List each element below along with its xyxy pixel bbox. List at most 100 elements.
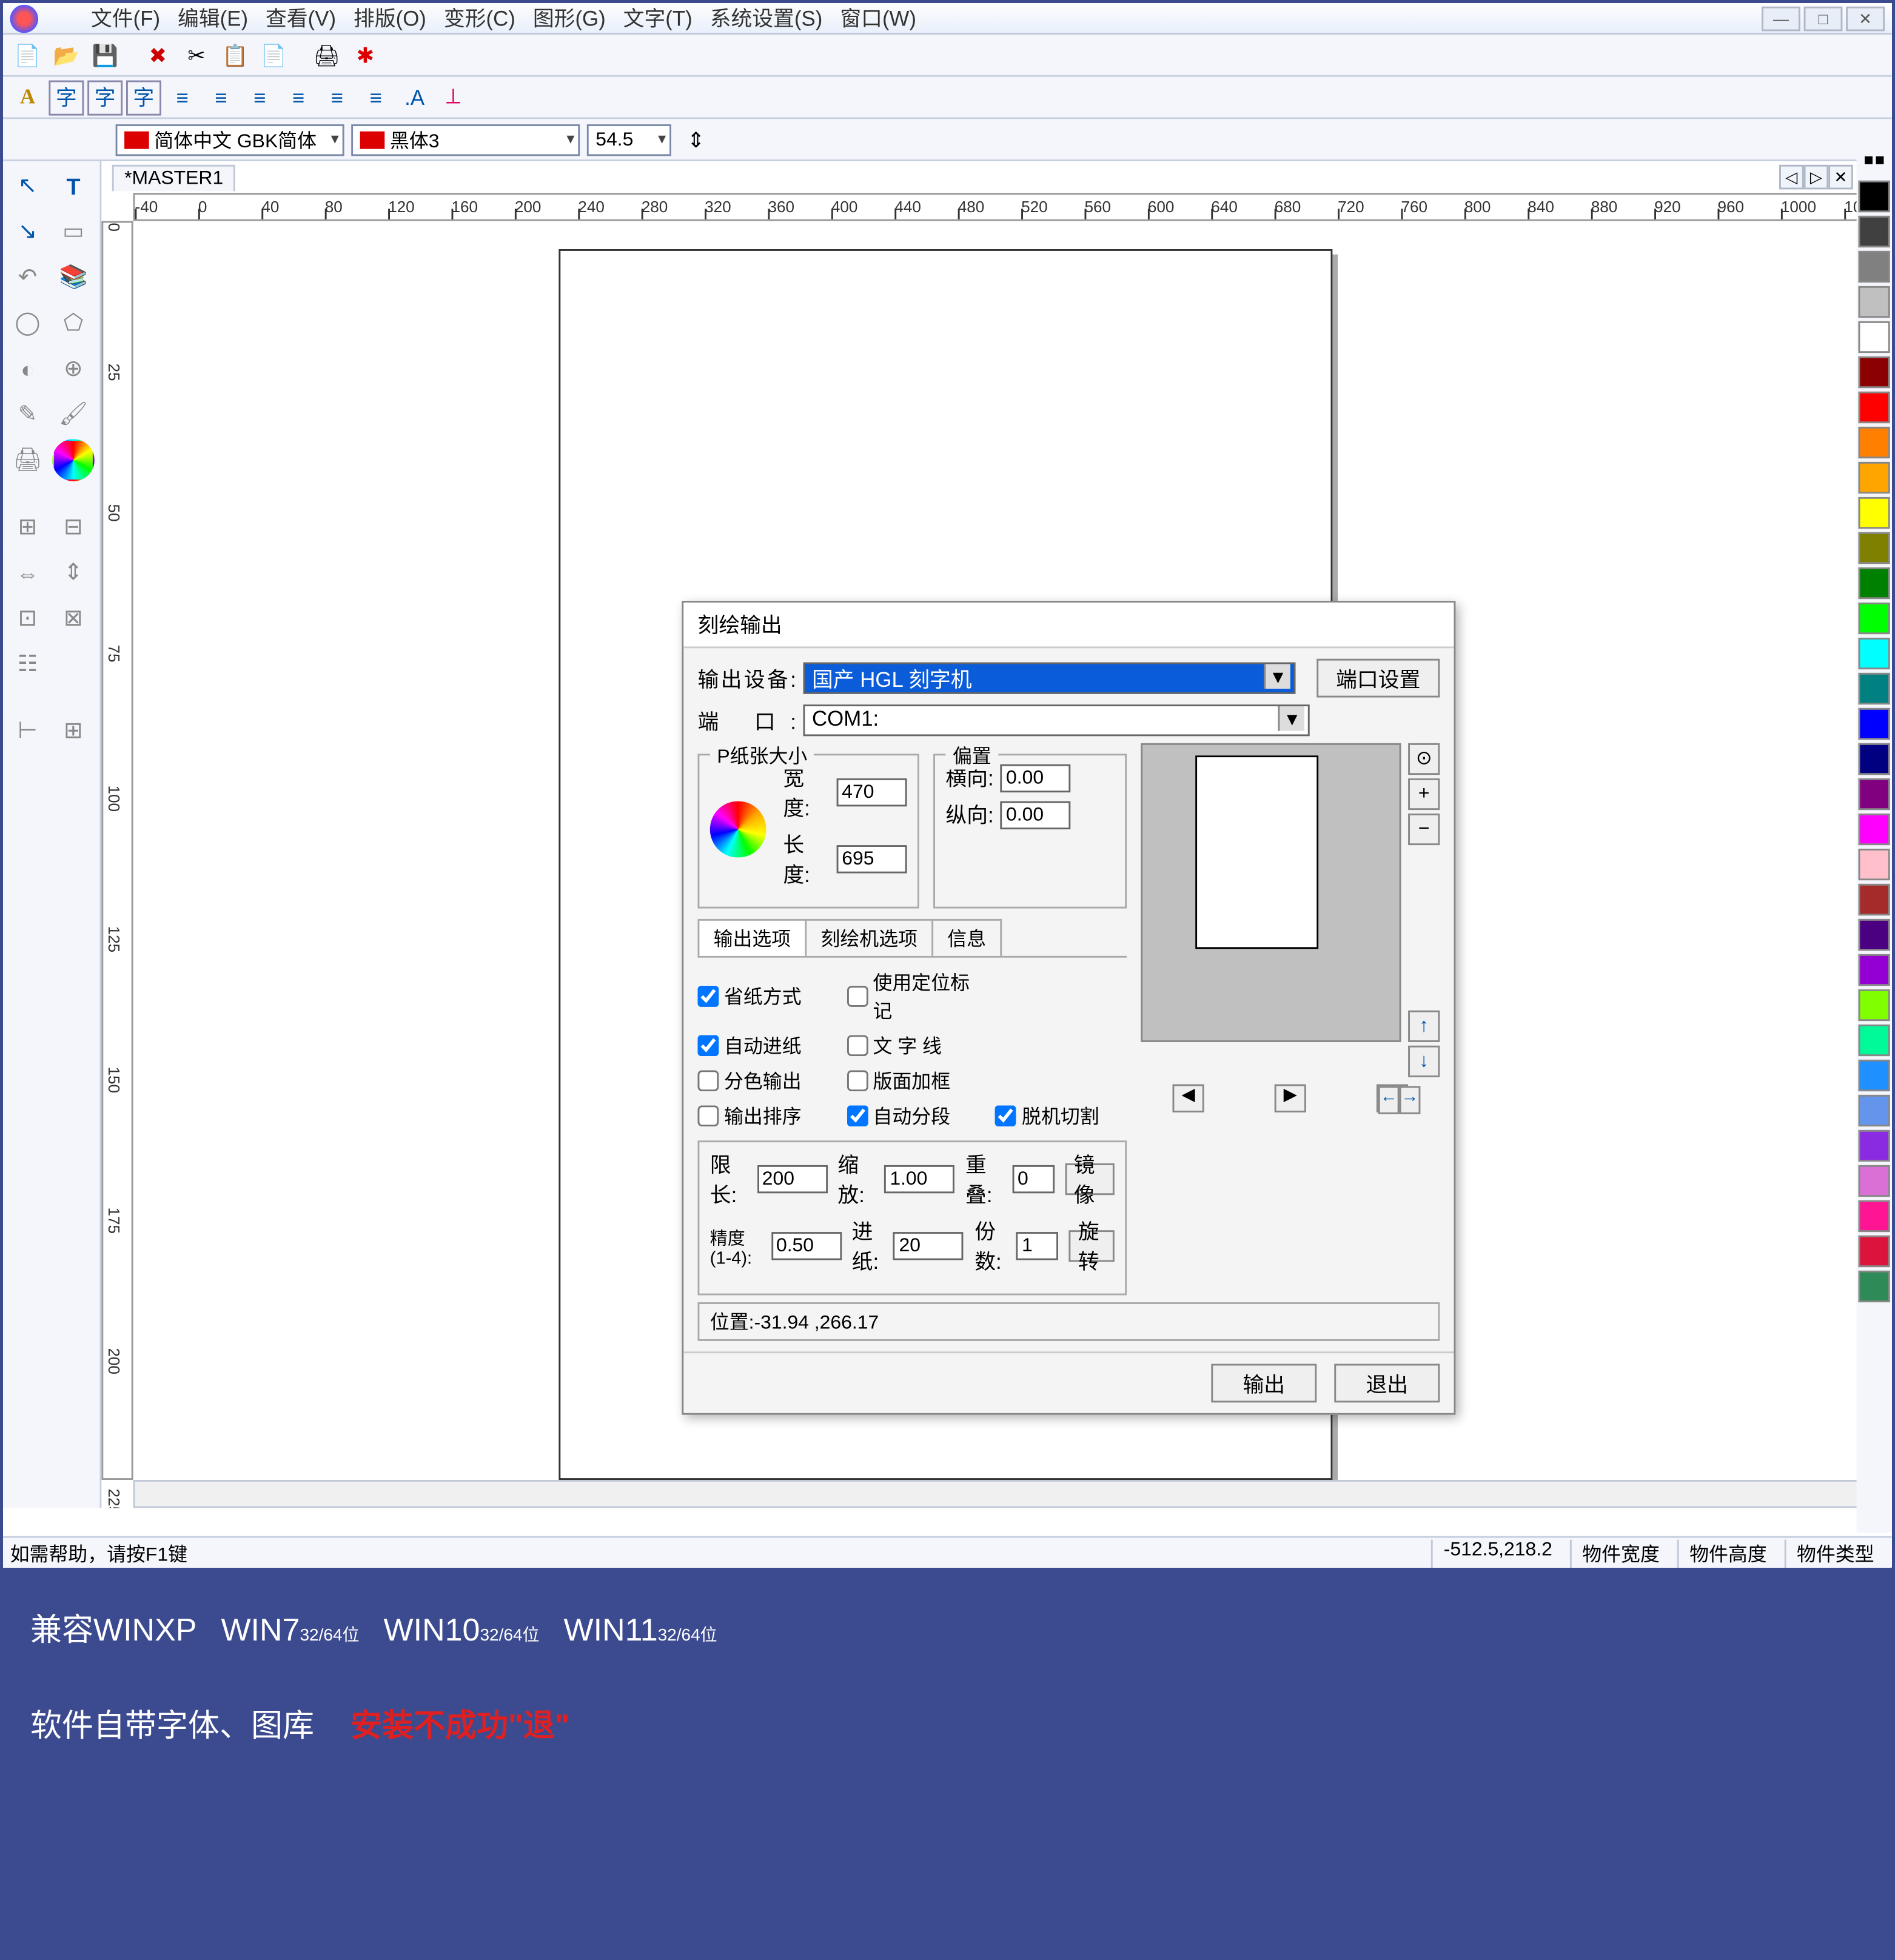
port-settings-button[interactable]: 端口设置 xyxy=(1316,659,1440,698)
align-right-icon[interactable]: ≡ xyxy=(242,79,277,115)
length-input[interactable] xyxy=(837,845,907,873)
port-combo[interactable]: COM1: xyxy=(803,704,1310,736)
brush-tool[interactable]: 🖌 xyxy=(52,393,95,436)
tab-close-icon[interactable]: ✕ xyxy=(1828,165,1853,190)
color-swatch[interactable] xyxy=(1859,638,1890,669)
color-swatch[interactable] xyxy=(1859,392,1890,423)
zoom-out-icon[interactable]: − xyxy=(1408,814,1440,845)
color-swatch[interactable] xyxy=(1859,1130,1890,1162)
group-icon[interactable]: ⊡ xyxy=(7,597,49,640)
print-icon[interactable]: 🖨 xyxy=(309,38,344,73)
dot-a-icon[interactable]: .A xyxy=(397,79,432,115)
exit-button[interactable]: 退出 xyxy=(1334,1364,1440,1403)
nudge-right-icon[interactable]: → xyxy=(1400,1086,1421,1114)
color-swatch[interactable] xyxy=(1859,356,1890,388)
menu-settings[interactable]: 系统设置(S) xyxy=(710,3,823,33)
pan-right-icon[interactable]: ▶ xyxy=(1275,1085,1306,1112)
pointer-tool[interactable]: ↖ xyxy=(7,165,49,207)
menu-shape[interactable]: 图形(G) xyxy=(533,3,606,33)
copy-icon[interactable]: 📋 xyxy=(218,38,253,73)
font-size-combo[interactable]: 54.5 xyxy=(587,124,671,155)
text-style-1[interactable]: 字 xyxy=(49,79,84,115)
color-swatch[interactable] xyxy=(1859,181,1890,212)
check-use-marks[interactable]: 使用定位标记 xyxy=(847,968,978,1025)
plot-icon[interactable]: ✱ xyxy=(347,38,383,73)
distribute-v-icon[interactable]: ⇕ xyxy=(52,552,95,594)
color-swatch[interactable] xyxy=(1859,603,1890,634)
pan-left-icon[interactable]: ◀ xyxy=(1173,1085,1204,1112)
check-offline-cut[interactable]: 脱机切割 xyxy=(996,1102,1127,1130)
color-swatch[interactable] xyxy=(1859,673,1890,704)
color-swatch[interactable] xyxy=(1859,251,1890,283)
align-tool-1[interactable]: ⊞ xyxy=(7,506,49,548)
color-swatch[interactable] xyxy=(1859,1236,1890,1267)
color-swatch[interactable] xyxy=(1859,532,1890,564)
menu-text[interactable]: 文字(T) xyxy=(623,3,693,33)
check-color-sep[interactable]: 分色输出 xyxy=(698,1067,830,1095)
align-justify-icon[interactable]: ≡ xyxy=(281,79,316,115)
menu-transform[interactable]: 变形(C) xyxy=(444,3,515,33)
color-swatch[interactable] xyxy=(1859,497,1890,529)
check-save-paper[interactable]: 省纸方式 xyxy=(698,968,830,1025)
cut-icon[interactable]: ✂ xyxy=(179,38,214,73)
plotter-icon[interactable]: 🖨 xyxy=(7,439,49,481)
weld-icon[interactable]: ⊕ xyxy=(52,347,95,390)
color-swatch[interactable] xyxy=(1859,462,1890,493)
color-swatch[interactable] xyxy=(1859,708,1890,740)
ellipse-tool[interactable]: ◯ xyxy=(7,302,49,344)
rectangle-tool[interactable]: ▭ xyxy=(52,210,95,253)
tab-next-icon[interactable]: ▷ xyxy=(1804,165,1829,190)
maximize-button[interactable]: □ xyxy=(1804,5,1843,30)
color-swatch[interactable] xyxy=(1859,1095,1890,1126)
color-swatch[interactable] xyxy=(1859,1165,1890,1197)
paste-icon[interactable]: 📄 xyxy=(257,38,292,73)
font-family-2-combo[interactable]: 黑体3 xyxy=(351,124,580,155)
offset-v-input[interactable] xyxy=(1001,800,1071,828)
check-text-line[interactable]: 文 字 线 xyxy=(847,1032,978,1060)
color-swatch[interactable] xyxy=(1859,954,1890,986)
node-edit-tool[interactable]: ↘ xyxy=(7,210,49,253)
color-swatch[interactable] xyxy=(1859,989,1890,1021)
menu-edit[interactable]: 编辑(E) xyxy=(178,3,248,33)
pan-down-icon[interactable]: ↓ xyxy=(1408,1046,1440,1077)
zoom-fit-icon[interactable]: ⊙ xyxy=(1408,743,1440,775)
grid-icon[interactable]: ⊞ xyxy=(52,710,95,752)
library-icon[interactable]: 📚 xyxy=(52,256,95,299)
color-swatch[interactable] xyxy=(1859,778,1890,810)
scale-input[interactable] xyxy=(885,1165,955,1193)
color-swatch[interactable] xyxy=(1859,1060,1890,1091)
color-swatch[interactable] xyxy=(1859,743,1890,775)
close-doc-icon[interactable]: ✖ xyxy=(140,38,175,73)
measure-icon[interactable]: ⊢ xyxy=(7,710,49,752)
overlap-input[interactable] xyxy=(1012,1165,1055,1193)
menu-layout[interactable]: 排版(O) xyxy=(354,3,426,33)
check-auto-segment[interactable]: 自动分段 xyxy=(847,1102,978,1130)
color-swatch[interactable] xyxy=(1859,216,1890,247)
order-icon[interactable]: ☷ xyxy=(7,643,49,686)
pan-up-icon[interactable]: ↑ xyxy=(1408,1011,1440,1042)
tab-prev-icon[interactable]: ◁ xyxy=(1779,165,1804,190)
check-output-sort[interactable]: 输出排序 xyxy=(698,1102,830,1130)
palette-scroll-up-icon[interactable]: ▪▪ xyxy=(1857,151,1892,179)
color-swatch[interactable] xyxy=(1859,919,1890,951)
nudge-left-icon[interactable]: ← xyxy=(1378,1086,1400,1114)
polygon-tool[interactable]: ⬠ xyxy=(52,302,95,344)
width-input[interactable] xyxy=(837,778,907,806)
font-family-1-combo[interactable]: 简体中文 GBK简体 xyxy=(116,124,344,155)
shape-tool[interactable]: ◐ xyxy=(7,347,49,390)
close-button[interactable]: ✕ xyxy=(1846,5,1885,30)
zoom-in-icon[interactable]: + xyxy=(1408,778,1440,810)
color-swatch[interactable] xyxy=(1859,286,1890,318)
text-style-3[interactable]: 字 xyxy=(126,79,161,115)
color-swatch[interactable] xyxy=(1859,849,1890,880)
mirror-button[interactable]: 镜像 xyxy=(1065,1163,1115,1195)
save-icon[interactable]: 💾 xyxy=(87,38,122,73)
check-page-frame[interactable]: 版面加框 xyxy=(847,1067,978,1095)
device-combo[interactable]: 国产 HGL 刻字机 xyxy=(803,663,1296,694)
freehand-tool[interactable]: ✎ xyxy=(7,393,49,436)
minimize-button[interactable]: — xyxy=(1762,5,1800,30)
color-swatch[interactable] xyxy=(1859,884,1890,915)
color-swatch[interactable] xyxy=(1859,567,1890,599)
tab-output-options[interactable]: 输出选项 xyxy=(698,919,807,956)
rotate-button[interactable]: 旋转 xyxy=(1069,1230,1114,1262)
